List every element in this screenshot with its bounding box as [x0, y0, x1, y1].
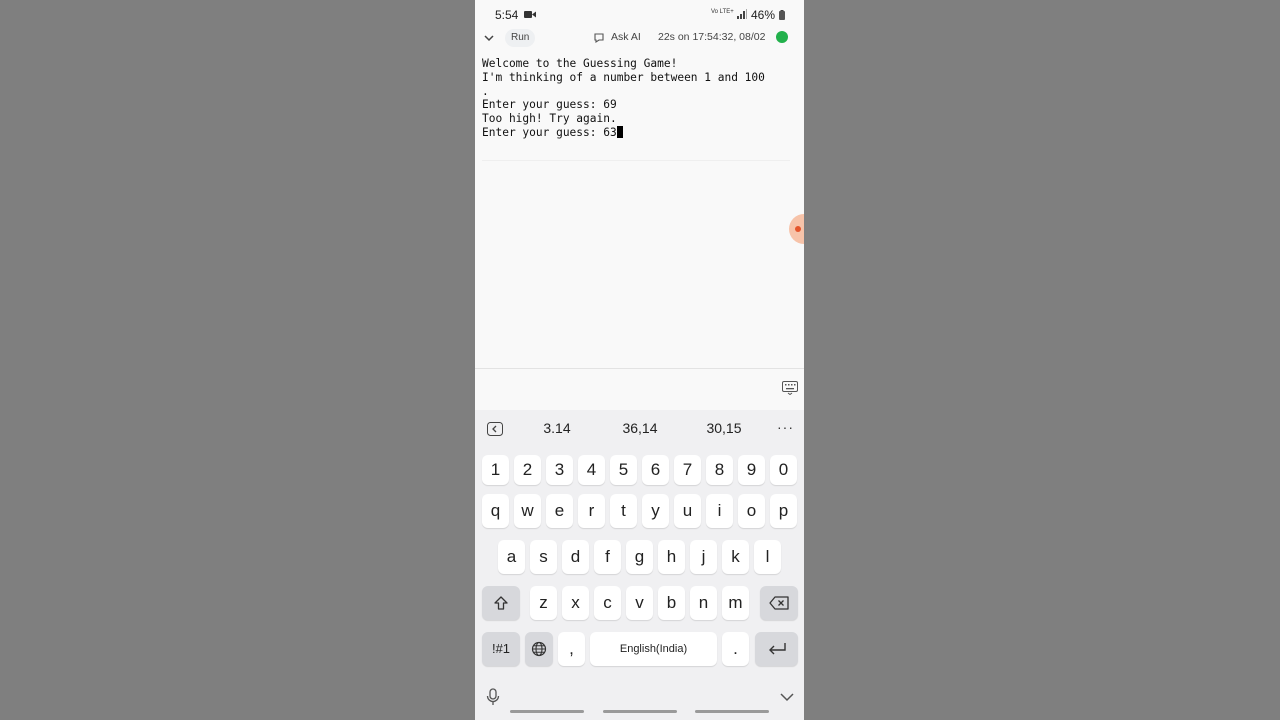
run-status-indicator [776, 31, 788, 43]
key-v[interactable]: v [626, 586, 653, 620]
divider [482, 160, 790, 161]
backspace-icon [769, 596, 789, 610]
ask-ai-icon[interactable] [593, 32, 605, 44]
console-line: Enter your guess: 69 [482, 98, 617, 112]
suggestion-back-icon[interactable] [487, 422, 503, 436]
key-o[interactable]: o [738, 494, 765, 528]
shift-key[interactable] [482, 586, 520, 620]
enter-key[interactable] [755, 632, 798, 666]
period-key[interactable]: . [722, 632, 749, 666]
key-l[interactable]: l [754, 540, 781, 574]
key-0[interactable]: 0 [770, 455, 797, 485]
key-f[interactable]: f [594, 540, 621, 574]
key-x[interactable]: x [562, 586, 589, 620]
signal-icon [737, 9, 747, 19]
console-line: I'm thinking of a number between 1 and 1… [482, 70, 765, 84]
key-b[interactable]: b [658, 586, 685, 620]
key-8[interactable]: 8 [706, 455, 733, 485]
globe-icon [531, 641, 547, 657]
key-3[interactable]: 3 [546, 455, 573, 485]
run-info: 22s on 17:54:32, 08/02 [658, 31, 766, 43]
shift-icon [494, 596, 508, 610]
nav-bar-indicator [510, 710, 584, 713]
status-time: 5:54 [495, 8, 519, 22]
enter-icon [768, 643, 786, 655]
comma-key[interactable]: , [558, 632, 585, 666]
console-line: Too high! Try again. [482, 112, 617, 126]
console-line: . [482, 84, 489, 98]
key-k[interactable]: k [722, 540, 749, 574]
key-g[interactable]: g [626, 540, 653, 574]
suggestion-bar: 3.14 36,14 30,15 ··· [475, 410, 804, 448]
key-j[interactable]: j [690, 540, 717, 574]
network-type: Vo LTE+ [711, 9, 734, 15]
key-a[interactable]: a [498, 540, 525, 574]
key-q[interactable]: q [482, 494, 509, 528]
console-output[interactable]: Welcome to the Guessing Game! I'm thinkin… [482, 57, 797, 140]
key-r[interactable]: r [578, 494, 605, 528]
key-1[interactable]: 1 [482, 455, 509, 485]
nav-bar-indicator [603, 710, 677, 713]
suggestion-more-button[interactable]: ··· [777, 419, 794, 435]
key-z[interactable]: z [530, 586, 557, 620]
key-7[interactable]: 7 [674, 455, 701, 485]
key-6[interactable]: 6 [642, 455, 669, 485]
space-key[interactable]: English(India) [590, 632, 717, 666]
key-4[interactable]: 4 [578, 455, 605, 485]
console-line: Welcome to the Guessing Game! [482, 57, 678, 70]
key-9[interactable]: 9 [738, 455, 765, 485]
collapse-chevron-icon[interactable] [483, 32, 495, 44]
keyboard-icon[interactable] [782, 381, 798, 395]
status-bar: 5:54 Vo LTE+ 46% [475, 0, 804, 28]
battery-icon [779, 10, 785, 20]
divider [475, 368, 804, 369]
console-input-line[interactable]: Enter your guess: 63 [482, 125, 797, 140]
key-c[interactable]: c [594, 586, 621, 620]
floating-assistant-button[interactable] [789, 214, 804, 244]
key-d[interactable]: d [562, 540, 589, 574]
symbols-key[interactable]: !#1 [482, 632, 520, 666]
backspace-key[interactable] [760, 586, 798, 620]
key-s[interactable]: s [530, 540, 557, 574]
ask-ai-button[interactable]: Ask AI [611, 31, 641, 43]
run-button[interactable]: Run [505, 29, 536, 47]
phone-screen: 5:54 Vo LTE+ 46% Run Ask AI 22s on 17:54… [475, 0, 804, 720]
mic-icon[interactable] [486, 688, 500, 706]
battery-level: 46% [751, 8, 776, 22]
text-cursor [616, 125, 623, 138]
console-toolbar: Run Ask AI 22s on 17:54:32, 08/02 [475, 28, 804, 50]
hide-keyboard-icon[interactable] [779, 691, 795, 703]
key-u[interactable]: u [674, 494, 701, 528]
key-e[interactable]: e [546, 494, 573, 528]
suggestion-item[interactable]: 36,14 [610, 420, 670, 436]
key-w[interactable]: w [514, 494, 541, 528]
suggestion-item[interactable]: 30,15 [694, 420, 754, 436]
nav-bar-indicator [695, 710, 769, 713]
key-2[interactable]: 2 [514, 455, 541, 485]
key-i[interactable]: i [706, 494, 733, 528]
key-p[interactable]: p [770, 494, 797, 528]
key-y[interactable]: y [642, 494, 669, 528]
key-h[interactable]: h [658, 540, 685, 574]
on-screen-keyboard: 3.14 36,14 30,15 ··· 1 2 3 4 5 6 7 8 9 0… [475, 410, 804, 720]
console-input-text[interactable]: Enter your guess: 63 [482, 126, 617, 139]
key-n[interactable]: n [690, 586, 717, 620]
key-5[interactable]: 5 [610, 455, 637, 485]
screen-record-icon [524, 11, 536, 18]
key-t[interactable]: t [610, 494, 637, 528]
language-key[interactable] [525, 632, 553, 666]
key-m[interactable]: m [722, 586, 749, 620]
suggestion-item[interactable]: 3.14 [527, 420, 587, 436]
